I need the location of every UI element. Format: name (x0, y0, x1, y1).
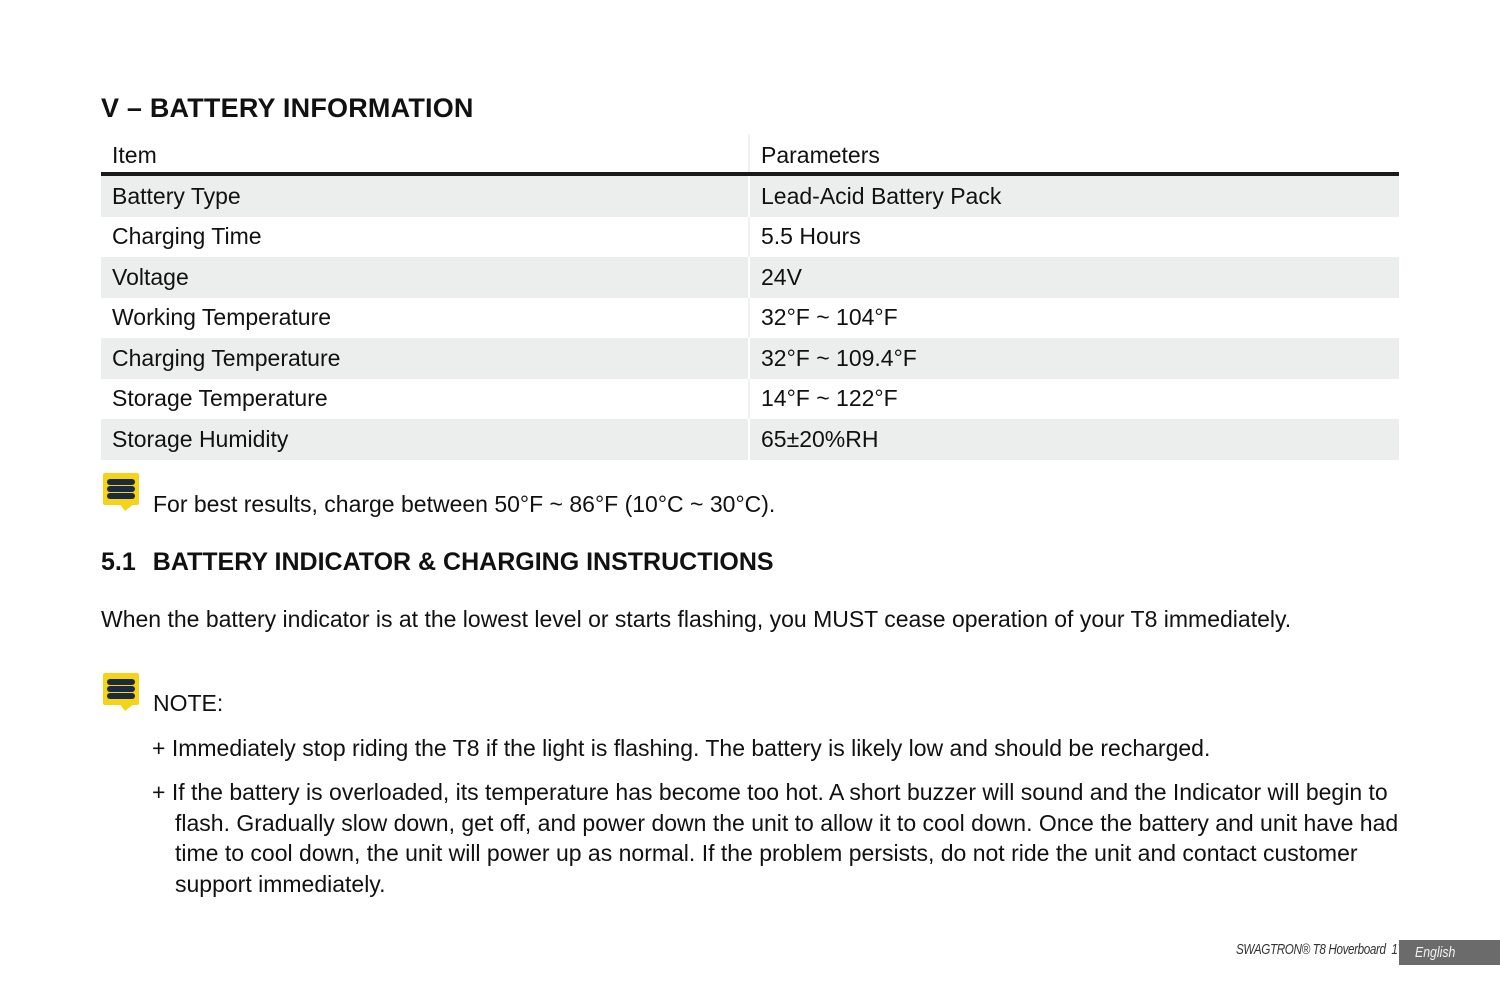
section-title: V – BATTERY INFORMATION (101, 93, 474, 123)
footer-brand-text: SWAGTRON® T8 Hoverboard (1236, 941, 1386, 958)
battery-info-table: Item Parameters Battery Type Lead-Acid B… (101, 134, 1399, 460)
table-cell-parameter: Lead-Acid Battery Pack (761, 182, 1002, 209)
table-row: Battery Type Lead-Acid Battery Pack (101, 176, 1399, 217)
table-cell-item: Charging Time (101, 216, 750, 257)
column-header-item: Item (101, 134, 750, 172)
table-row: Storage Temperature 14°F ~ 122°F (101, 378, 1399, 419)
table-cell-item: Charging Temperature (101, 338, 750, 379)
table-cell-parameter: 32°F ~ 104°F (761, 304, 898, 331)
column-header-parameters: Parameters (761, 141, 880, 168)
note-label: NOTE: (153, 690, 224, 716)
table-cell-item: Voltage (101, 257, 750, 298)
table-cell-parameter: 65±20%RH (761, 425, 879, 452)
note-icon (103, 673, 139, 713)
table-cell-parameter: 14°F ~ 122°F (761, 385, 898, 412)
table-row: Voltage 24V (101, 257, 1399, 298)
table-cell-parameter: 24V (761, 263, 802, 290)
table-row: Charging Time 5.5 Hours (101, 216, 1399, 257)
table-row: Charging Temperature 32°F ~ 109.4°F (101, 338, 1399, 379)
table-cell-item: Storage Temperature (101, 378, 750, 419)
table-row: Working Temperature 32°F ~ 104°F (101, 297, 1399, 338)
language-label: English (1415, 944, 1456, 961)
table-cell-item: Working Temperature (101, 297, 750, 338)
table-row: Storage Humidity 65±20%RH (101, 419, 1399, 460)
table-cell-parameter: 5.5 Hours (761, 223, 861, 250)
table-cell-parameter: 32°F ~ 109.4°F (761, 344, 917, 371)
language-tab: English (1399, 940, 1500, 965)
note-icon (103, 473, 139, 513)
table-cell-item: Storage Humidity (101, 419, 750, 460)
footer-brand: SWAGTRON® T8 Hoverboard 17 (1236, 941, 1404, 958)
note-bullet: + Immediately stop riding the T8 if the … (152, 735, 1211, 761)
note-bullet: + If the battery is overloaded, its temp… (152, 779, 1399, 897)
subsection-title: 5.1 BATTERY INDICATOR & CHARGING INSTRUCT… (101, 548, 774, 577)
subsection-number: 5.1 (101, 548, 136, 576)
table-cell-item: Battery Type (101, 176, 750, 217)
battery-indicator-paragraph: When the battery indicator is at the low… (101, 606, 1292, 632)
subsection-title-text: BATTERY INDICATOR & CHARGING INSTRUCTION… (152, 548, 774, 576)
charging-tip: For best results, charge between 50°F ~ … (153, 491, 776, 517)
table-header-row: Item Parameters (101, 134, 1399, 176)
